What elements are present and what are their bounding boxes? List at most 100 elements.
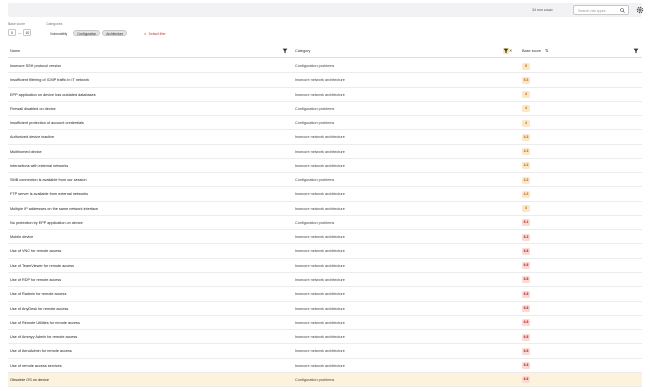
table-row[interactable]: No protection by EPP application on devi… (8, 216, 642, 231)
risk-name: Use of AnyDesk for remote access (10, 306, 69, 311)
reset-filter-label: Default filter (148, 31, 166, 36)
risk-name: Interactions with external networks (10, 163, 69, 168)
table-row[interactable]: Multiple IP addresses on the same networ… (8, 202, 642, 216)
table-row[interactable]: Use of AnyDesk for remote access Insecure… (8, 302, 642, 316)
column-header-score[interactable]: Base score (522, 49, 541, 53)
risk-category: Insecure network architecture (295, 335, 345, 340)
column-header-category[interactable]: Category (295, 49, 310, 53)
table-row[interactable]: Use of AeroAdmin for remote access Insecu… (8, 344, 642, 359)
table-header: Name Category ✕ Base score ⇅ (8, 44, 642, 58)
sort-icon[interactable]: ⇅ (545, 48, 548, 53)
risk-category: Configuration problems (295, 220, 335, 225)
table-row[interactable]: Insufficient protection of account crede… (8, 116, 642, 131)
risk-category: Insecure network architecture (295, 206, 345, 211)
score-badge: 6.8 (522, 290, 530, 298)
risk-name: Firewall disabled on device (10, 106, 56, 111)
chip-configuration[interactable]: Configuration (73, 30, 101, 36)
table-row-highlighted[interactable]: Obsolete OS on device Configuration probl… (8, 372, 642, 388)
search-input[interactable]: Search risk types (573, 5, 629, 15)
score-badge: 6.8 (522, 362, 530, 370)
table-body: Insecure SSH protocol version Configurati… (8, 59, 642, 388)
risk-category: Configuration problems (295, 178, 335, 183)
search-placeholder: Search risk types (578, 9, 606, 13)
chip-vulnerability[interactable]: Vulnerability (46, 30, 72, 36)
risk-category: Insecure network architecture (295, 92, 345, 97)
risk-category: Insecure network architecture (295, 149, 345, 154)
risk-name: Insecure SSH protocol version (10, 64, 62, 68)
risk-name: Mobile device (10, 235, 34, 240)
table-row[interactable]: Use of Remote Utilities for remote acces… (8, 316, 642, 331)
risk-name: Use of VNC for remote access (10, 249, 62, 254)
table-row[interactable]: Authorized device inactive Insecure netwo… (8, 130, 642, 145)
table-row[interactable]: Use of RDP for remote access Insecure net… (8, 273, 642, 288)
score-badge: 5.3 (522, 76, 530, 84)
risk-category: Insecure network architecture (295, 135, 345, 140)
risk-name: SMB connection is available from our ses… (10, 178, 87, 183)
risk-name: Use of AeroAdmin for remote access (10, 349, 72, 354)
table-row[interactable]: Use of VNC for remote access Insecure net… (8, 244, 642, 259)
score-badge: 4 (522, 91, 530, 99)
score-badge: 6.8 (522, 247, 530, 255)
risk-category: Insecure network architecture (295, 349, 345, 354)
risk-name: Use of RDP for remote access (10, 277, 62, 282)
score-badge: 6.8 (522, 305, 530, 313)
risk-category: Insecure network architecture (295, 363, 345, 368)
table-row[interactable]: FTP server is available from external ne… (8, 187, 642, 202)
risk-name: FTP server is available from external ne… (10, 192, 89, 197)
chip-architecture[interactable]: Architecture (102, 30, 128, 36)
table-row[interactable]: Use of TeamViewer for remote access Insec… (8, 259, 642, 273)
table-row[interactable]: Use of Ammyy Admin for remote access Inse… (8, 330, 642, 345)
score-badge: 4.3 (522, 190, 530, 198)
risk-category: Insecure network architecture (295, 78, 345, 83)
score-max-input[interactable]: 10 (23, 29, 32, 36)
table-row[interactable]: Use of remote access services Insecure ne… (8, 359, 642, 373)
score-badge: 3 (522, 205, 530, 213)
score-badge: 6.8 (522, 262, 530, 270)
risk-name: Use of Radmin for remote access (10, 292, 67, 297)
risk-category: Insecure network architecture (295, 277, 345, 282)
table-row[interactable]: Mobile device Insecure network architectu… (8, 230, 642, 245)
reset-filter-button[interactable]: ✕ Default filter (144, 32, 166, 36)
score-badge: 4 (522, 119, 530, 127)
risk-name: Insufficient filtering of ICMP traffic i… (10, 78, 90, 83)
score-badge: 6.1 (522, 219, 530, 227)
risk-name: EPP application on device has outdated d… (10, 92, 96, 97)
risk-name: No protection by EPP application on devi… (10, 220, 83, 225)
clear-filter-icon[interactable]: ✕ (509, 48, 512, 53)
risk-category: Configuration problems (295, 121, 335, 126)
gear-icon[interactable] (636, 6, 644, 14)
column-header-name[interactable]: Name (10, 49, 20, 53)
risk-name: Insufficient protection of account crede… (10, 121, 84, 126)
table-row[interactable]: EPP application on device has outdated d… (8, 88, 642, 102)
table-row[interactable]: SMB connection is available from our ses… (8, 173, 642, 188)
table-row[interactable]: Firewall disabled on device Configuration… (8, 102, 642, 117)
table-row[interactable]: Insecure SSH protocol version Configurati… (8, 59, 642, 74)
search-icon (620, 8, 625, 13)
risk-category: Insecure network architecture (295, 306, 345, 311)
score-badge: 4.3 (522, 176, 530, 184)
score-badge: 6.6 (522, 376, 530, 384)
table-row[interactable]: Multihomed device Insecure network archit… (8, 145, 642, 159)
risk-category: Configuration problems (295, 64, 335, 68)
score-badge: 4.3 (522, 162, 530, 170)
table-row[interactable]: Use of Radmin for remote access Insecure … (8, 287, 642, 302)
score-badge: 5 (522, 62, 530, 70)
result-count: 34 пол коши (532, 8, 553, 12)
score-badge: 6.8 (522, 347, 530, 355)
risk-category: Insecure network architecture (295, 263, 345, 268)
filter-icon[interactable] (633, 48, 639, 54)
score-badge: 4.3 (522, 133, 530, 141)
category-filter-label: Categories (46, 22, 63, 26)
risk-name: Authorized device inactive (10, 135, 55, 140)
risk-category: Insecure network architecture (295, 320, 345, 325)
category-chips: Vulnerability Configuration Architecture (46, 30, 128, 36)
score-min-input[interactable]: 0 (8, 29, 16, 36)
risk-category: Insecure network architecture (295, 192, 345, 197)
table-row[interactable]: Insufficient filtering of ICMP traffic i… (8, 73, 642, 88)
risk-name: Use of Remote Utilities for remote acces… (10, 320, 80, 325)
top-toolbar: 34 пол коши Search risk types (8, 3, 644, 17)
score-range: 0 — 10 (8, 29, 32, 36)
filter-icon[interactable] (282, 48, 288, 54)
score-badge: 4.3 (522, 148, 530, 156)
table-row[interactable]: Interactions with external networks Insec… (8, 159, 642, 174)
